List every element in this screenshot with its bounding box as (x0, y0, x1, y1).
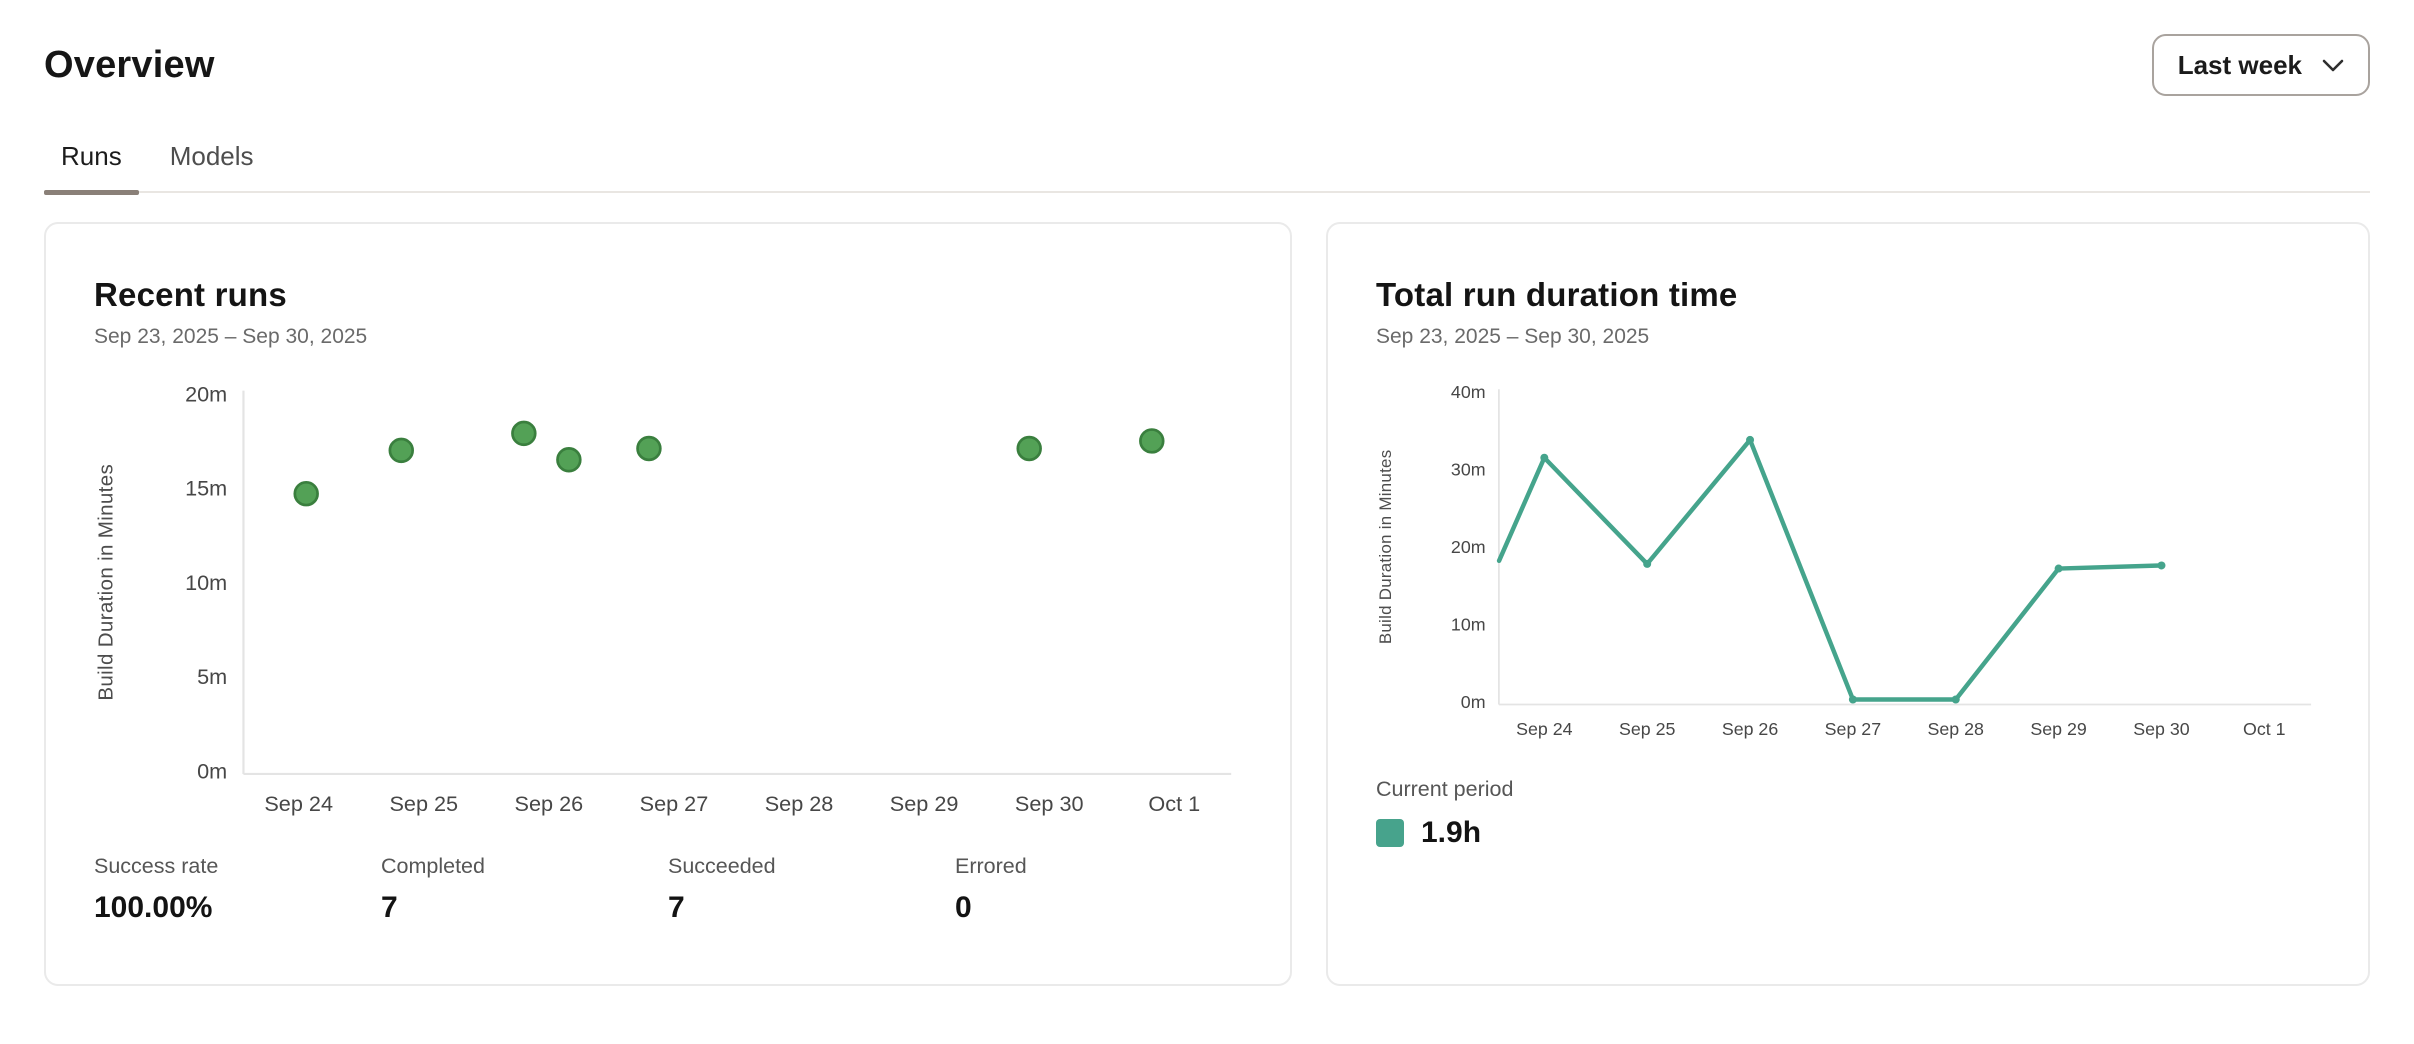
stat-label: Errored (955, 854, 1242, 879)
svg-text:Sep 27: Sep 27 (640, 791, 709, 816)
stat-value: 7 (381, 891, 668, 925)
svg-text:15m: 15m (185, 476, 227, 501)
stat-value: 0 (955, 891, 1242, 925)
period-dropdown[interactable]: Last week (2152, 34, 2370, 96)
svg-text:0m: 0m (197, 758, 227, 783)
svg-text:Sep 27: Sep 27 (1825, 719, 1881, 739)
svg-text:Sep 28: Sep 28 (1928, 719, 1985, 739)
svg-text:Sep 29: Sep 29 (2030, 719, 2087, 739)
svg-text:Sep 24: Sep 24 (1516, 719, 1573, 739)
svg-text:Sep 24: Sep 24 (264, 791, 333, 816)
svg-text:Build Duration in Minutes: Build Duration in Minutes (94, 464, 117, 701)
page-title: Overview (44, 44, 215, 87)
legend-row: 1.9h (1376, 816, 2320, 850)
stat-errored: Errored 0 (955, 854, 1242, 925)
stat-label: Succeeded (668, 854, 955, 879)
tab-bar: Runs Models (44, 141, 2370, 193)
recent-runs-card: Recent runs Sep 23, 2025 – Sep 30, 2025 … (44, 222, 1292, 986)
svg-text:10m: 10m (1451, 615, 1486, 635)
svg-text:Sep 26: Sep 26 (515, 791, 584, 816)
legend-value: 1.9h (1421, 816, 1481, 850)
current-period-swatch (1376, 819, 1404, 847)
chevron-down-icon (2322, 59, 2344, 72)
svg-text:Sep 26: Sep 26 (1722, 719, 1779, 739)
tab-runs[interactable]: Runs (44, 141, 139, 191)
card-title-recent-runs: Recent runs (94, 276, 1242, 314)
stat-succeeded: Succeeded 7 (668, 854, 955, 925)
overview-page: Overview Last week Runs Models Recent ru… (0, 34, 2414, 986)
svg-text:Sep 30: Sep 30 (1015, 791, 1084, 816)
svg-text:Build Duration in Minutes: Build Duration in Minutes (1376, 450, 1395, 645)
svg-text:30m: 30m (1451, 460, 1486, 480)
period-dropdown-value: Last week (2178, 50, 2302, 81)
date-range-total-duration: Sep 23, 2025 – Sep 30, 2025 (1376, 325, 2320, 349)
svg-text:20m: 20m (1451, 537, 1486, 557)
stat-success-rate: Success rate 100.00% (94, 854, 381, 925)
svg-text:Sep 25: Sep 25 (1619, 719, 1676, 739)
svg-text:Oct 1: Oct 1 (2243, 719, 2286, 739)
page-header: Overview Last week (44, 34, 2370, 96)
svg-text:Oct 1: Oct 1 (1148, 791, 1200, 816)
svg-text:5m: 5m (197, 664, 227, 689)
tab-models[interactable]: Models (153, 141, 271, 191)
stat-label: Completed (381, 854, 668, 879)
stat-value: 7 (668, 891, 955, 925)
duration-line-chart: 0m 10m 20m 30m 40m Sep 24 Sep 25 Sep 26 Sep 27 Se… (1376, 383, 2320, 739)
stat-completed: Completed 7 (381, 854, 668, 925)
cards-row: Recent runs Sep 23, 2025 – Sep 30, 2025 … (44, 222, 2370, 986)
run-stats: Success rate 100.00% Completed 7 Succeed… (94, 854, 1242, 925)
stat-value: 100.00% (94, 891, 381, 925)
svg-text:Sep 29: Sep 29 (890, 791, 959, 816)
recent-runs-scatter-chart: 0m 5m 10m 15m 20m Sep 24 Sep 25 Sep 26 Sep 27 Sep… (94, 383, 1242, 816)
svg-text:Sep 25: Sep 25 (389, 791, 458, 816)
card-title-total-duration: Total run duration time (1376, 276, 2320, 314)
total-run-duration-card: Total run duration time Sep 23, 2025 – S… (1326, 222, 2370, 986)
svg-text:10m: 10m (185, 570, 227, 595)
legend-label: Current period (1376, 777, 2320, 802)
svg-text:Sep 30: Sep 30 (2133, 719, 2190, 739)
svg-text:20m: 20m (185, 383, 227, 406)
current-period-legend: Current period 1.9h (1376, 777, 2320, 850)
stat-label: Success rate (94, 854, 381, 879)
svg-text:0m: 0m (1461, 692, 1486, 712)
svg-text:Sep 28: Sep 28 (765, 791, 834, 816)
svg-text:40m: 40m (1451, 383, 1486, 402)
date-range-recent-runs: Sep 23, 2025 – Sep 30, 2025 (94, 325, 1242, 349)
